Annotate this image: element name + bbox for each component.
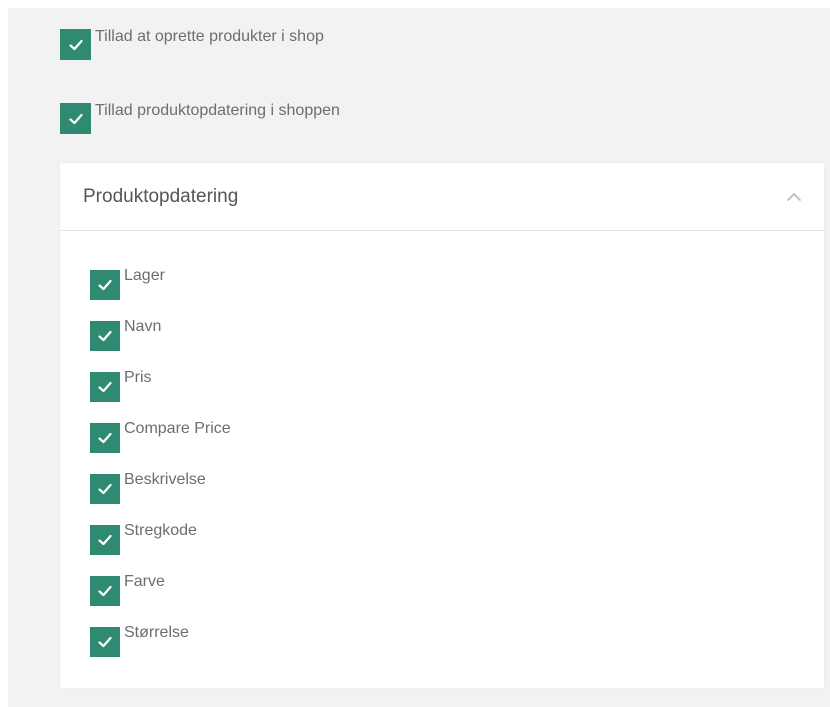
field-beskrivelse[interactable]: Beskrivelse xyxy=(90,471,231,525)
panel-title: Produktopdatering xyxy=(83,186,239,207)
allow-product-update-label: Tillad produktopdatering i shoppen xyxy=(95,102,340,119)
settings-area: Tillad at oprette produkter i shop Tilla… xyxy=(8,8,830,707)
checkmark-icon xyxy=(98,483,112,495)
checkmark-icon xyxy=(98,585,112,597)
allow-create-products-label: Tillad at oprette produkter i shop xyxy=(95,28,324,45)
field-beskrivelse-label: Beskrivelse xyxy=(124,471,206,488)
field-storrelse-label: Størrelse xyxy=(124,624,189,641)
field-compare-price-label: Compare Price xyxy=(124,420,231,437)
checkmark-icon xyxy=(98,636,112,648)
field-compare-price[interactable]: Compare Price xyxy=(90,420,231,474)
panel-fields-list: Lager Navn Pris Compare Price Beskrivels… xyxy=(90,267,231,678)
field-pris-label: Pris xyxy=(124,369,152,386)
checkmark-icon xyxy=(68,113,83,124)
field-pris[interactable]: Pris xyxy=(90,369,231,423)
field-farve-checkbox[interactable] xyxy=(90,576,120,606)
allow-product-update-checkbox[interactable] xyxy=(60,103,91,134)
checkmark-icon xyxy=(98,534,112,546)
checkmark-icon xyxy=(98,279,112,291)
field-stregkode-label: Stregkode xyxy=(124,522,197,539)
allow-create-products-option[interactable]: Tillad at oprette produkter i shop xyxy=(60,28,324,63)
panel-header[interactable]: Produktopdatering xyxy=(60,163,824,231)
allow-create-products-checkbox[interactable] xyxy=(60,29,91,60)
field-navn[interactable]: Navn xyxy=(90,318,231,372)
field-farve[interactable]: Farve xyxy=(90,573,231,627)
field-stregkode[interactable]: Stregkode xyxy=(90,522,231,576)
field-farve-label: Farve xyxy=(124,573,165,590)
allow-product-update-option[interactable]: Tillad produktopdatering i shoppen xyxy=(60,102,340,137)
checkmark-icon xyxy=(98,330,112,342)
field-navn-checkbox[interactable] xyxy=(90,321,120,351)
field-navn-label: Navn xyxy=(124,318,162,335)
field-storrelse[interactable]: Størrelse xyxy=(90,624,231,678)
field-lager[interactable]: Lager xyxy=(90,267,231,321)
field-stregkode-checkbox[interactable] xyxy=(90,525,120,555)
field-beskrivelse-checkbox[interactable] xyxy=(90,474,120,504)
field-storrelse-checkbox[interactable] xyxy=(90,627,120,657)
field-lager-label: Lager xyxy=(124,267,165,284)
chevron-up-icon[interactable] xyxy=(786,191,802,203)
checkmark-icon xyxy=(98,432,112,444)
checkmark-icon xyxy=(68,39,83,50)
field-lager-checkbox[interactable] xyxy=(90,270,120,300)
field-pris-checkbox[interactable] xyxy=(90,372,120,402)
field-compare-price-checkbox[interactable] xyxy=(90,423,120,453)
checkmark-icon xyxy=(98,381,112,393)
